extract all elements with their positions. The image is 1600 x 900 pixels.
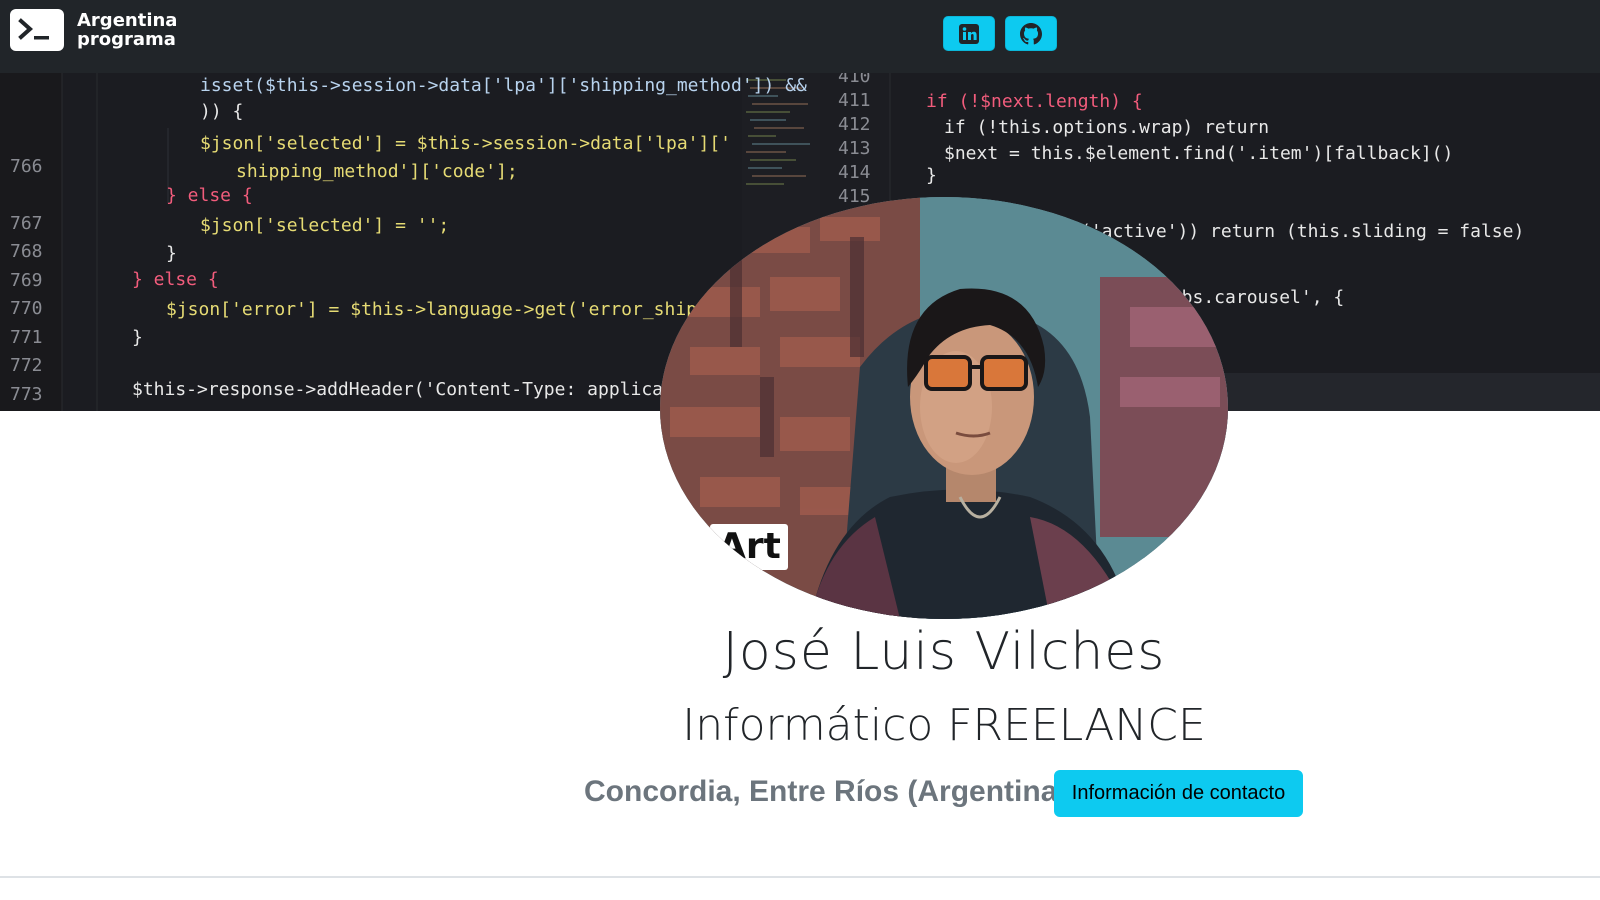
brand-name: Argentina programa <box>77 11 177 49</box>
github-icon <box>1020 22 1042 44</box>
code-line: } <box>926 165 937 186</box>
brand-line-1: Argentina <box>77 10 178 31</box>
brand[interactable]: Argentina programa <box>10 9 177 51</box>
top-navbar: Argentina programa <box>0 0 1600 73</box>
line-numbers-right: 410 411 412 413 414 415 <box>838 73 871 207</box>
code-line: )) { <box>200 101 244 122</box>
code-line: shipping_method']['code']; <box>236 161 518 182</box>
profile-role: Informático FREELANCE <box>682 700 1206 751</box>
code-line: } else { <box>166 185 253 206</box>
code-line: } <box>132 327 143 348</box>
art-badge-label: Art <box>718 526 781 567</box>
code-line: $json['selected'] = $this->session->data… <box>200 133 732 154</box>
contact-info-button[interactable]: Información de contacto <box>1054 770 1303 817</box>
linkedin-icon <box>959 23 979 44</box>
code-line: if (!this.options.wrap) return <box>944 117 1270 138</box>
brand-line-2: programa <box>77 29 176 50</box>
code-line: $json['selected'] = ''; <box>200 215 450 236</box>
location-row: Concordia, Entre Ríos (Argentina) Inform… <box>0 770 1600 818</box>
profile-location: Concordia, Entre Ríos (Argentina) <box>584 775 1068 808</box>
section-divider <box>0 876 1600 878</box>
linkedin-button[interactable] <box>943 16 995 51</box>
terminal-prompt-icon <box>10 9 64 51</box>
code-left: 766 767 768 769 770 771 772 773 774 isse… <box>0 73 807 411</box>
code-line: $next = this.$element.find('.item')[fall… <box>944 143 1454 164</box>
line-numbers-left: 766 767 768 769 770 771 772 773 774 <box>10 156 43 405</box>
code-line: } else { <box>132 269 219 290</box>
github-button[interactable] <box>1005 16 1057 51</box>
code-line: isset($this->session->data['lpa']['shipp… <box>200 75 807 96</box>
profile-name: José Luis Vilches <box>722 622 1166 682</box>
code-line: } <box>166 243 177 264</box>
profile-avatar: Art <box>660 197 1228 619</box>
code-line: if (!$next.length) { <box>926 91 1143 112</box>
